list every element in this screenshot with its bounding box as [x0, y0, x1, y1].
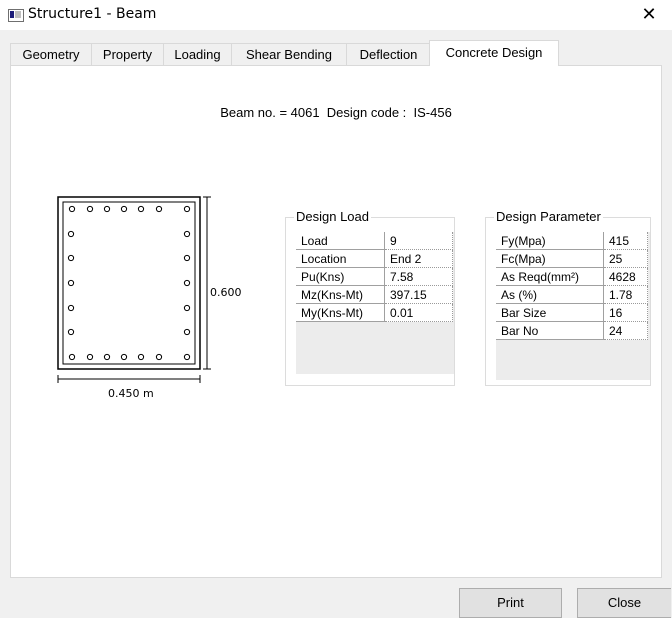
design-parameter-title: Design Parameter — [494, 209, 603, 224]
table-row: Fc(Mpa) 25 — [496, 249, 648, 268]
print-button[interactable]: Print — [459, 588, 562, 618]
height-dimension — [203, 196, 211, 370]
design-parameter-table: Fy(Mpa) 415 Fc(Mpa) 25 As Reqd(mm²) 4628… — [496, 232, 648, 340]
design-load-label: Location — [296, 249, 385, 268]
design-parameter-value: 25 — [603, 249, 648, 268]
table-row: Location End 2 — [296, 249, 453, 268]
table-row: As Reqd(mm²) 4628 — [496, 267, 648, 286]
design-parameter-group: Design Parameter Fy(Mpa) 415 Fc(Mpa) 25 … — [485, 209, 651, 386]
width-dimension — [57, 375, 201, 383]
tab-geometry[interactable]: Geometry — [10, 43, 92, 65]
design-load-title: Design Load — [294, 209, 371, 224]
design-parameter-label: Fy(Mpa) — [496, 232, 604, 250]
design-parameter-label: Bar No — [496, 321, 604, 340]
section-height-label: 0.600 — [210, 286, 242, 299]
table-row: Mz(Kns-Mt) 397.15 — [296, 285, 453, 304]
tab-loading[interactable]: Loading — [163, 43, 232, 65]
design-load-label: Load — [296, 232, 385, 250]
design-load-table: Load 9 Location End 2 Pu(Kns) 7.58 Mz(Kn… — [296, 232, 453, 322]
design-parameter-label: Fc(Mpa) — [496, 249, 604, 268]
window-title: Structure1 - Beam — [28, 6, 157, 22]
design-load-label: Mz(Kns-Mt) — [296, 285, 385, 304]
design-parameter-value: 16 — [603, 303, 648, 322]
table-row: Fy(Mpa) 415 — [496, 232, 648, 250]
table-row: Pu(Kns) 7.58 — [296, 267, 453, 286]
design-load-group: Design Load Load 9 Location End 2 Pu(Kns… — [285, 209, 455, 386]
design-load-value: 9 — [384, 232, 453, 250]
rebar-bottom-row — [68, 353, 191, 361]
table-row: My(Kns-Mt) 0.01 — [296, 303, 453, 322]
tab-property[interactable]: Property — [91, 43, 164, 65]
title-bar: Structure1 - Beam ✕ — [0, 0, 672, 30]
design-parameter-value: 415 — [603, 232, 648, 250]
design-parameter-value: 1.78 — [603, 285, 648, 304]
section-width-label: 0.450 m — [108, 387, 154, 400]
tab-shear-bending[interactable]: Shear Bending — [231, 43, 347, 65]
design-load-label: Pu(Kns) — [296, 267, 385, 286]
stirrup-outline — [62, 201, 196, 365]
close-button[interactable]: Close — [577, 588, 671, 618]
close-window-button[interactable]: ✕ — [626, 0, 672, 30]
design-parameter-label: As Reqd(mm²) — [496, 267, 604, 286]
table-row: Bar Size 16 — [496, 303, 648, 322]
design-load-value: End 2 — [384, 249, 453, 268]
table-row: Load 9 — [296, 232, 453, 250]
design-load-value: 0.01 — [384, 303, 453, 322]
design-parameter-label: Bar Size — [496, 303, 604, 322]
rebar-side-bars — [67, 230, 191, 336]
rebar-top-row — [68, 205, 191, 213]
design-load-value: 397.15 — [384, 285, 453, 304]
concrete-design-panel: Beam no. = 4061 Design code : IS-456 0.6… — [10, 65, 662, 578]
design-parameter-value: 24 — [603, 321, 648, 340]
beam-design-header: Beam no. = 4061 Design code : IS-456 — [220, 105, 452, 120]
design-load-value: 7.58 — [384, 267, 453, 286]
section-outline — [57, 196, 201, 370]
design-parameter-value: 4628 — [603, 267, 648, 286]
tab-deflection[interactable]: Deflection — [346, 43, 431, 65]
design-parameter-label: As (%) — [496, 285, 604, 304]
table-row: As (%) 1.78 — [496, 285, 648, 304]
design-load-label: My(Kns-Mt) — [296, 303, 385, 322]
beam-section-diagram — [57, 196, 211, 383]
table-row: Bar No 24 — [496, 321, 648, 340]
app-icon — [8, 9, 24, 22]
tab-concrete-design[interactable]: Concrete Design — [429, 40, 559, 66]
